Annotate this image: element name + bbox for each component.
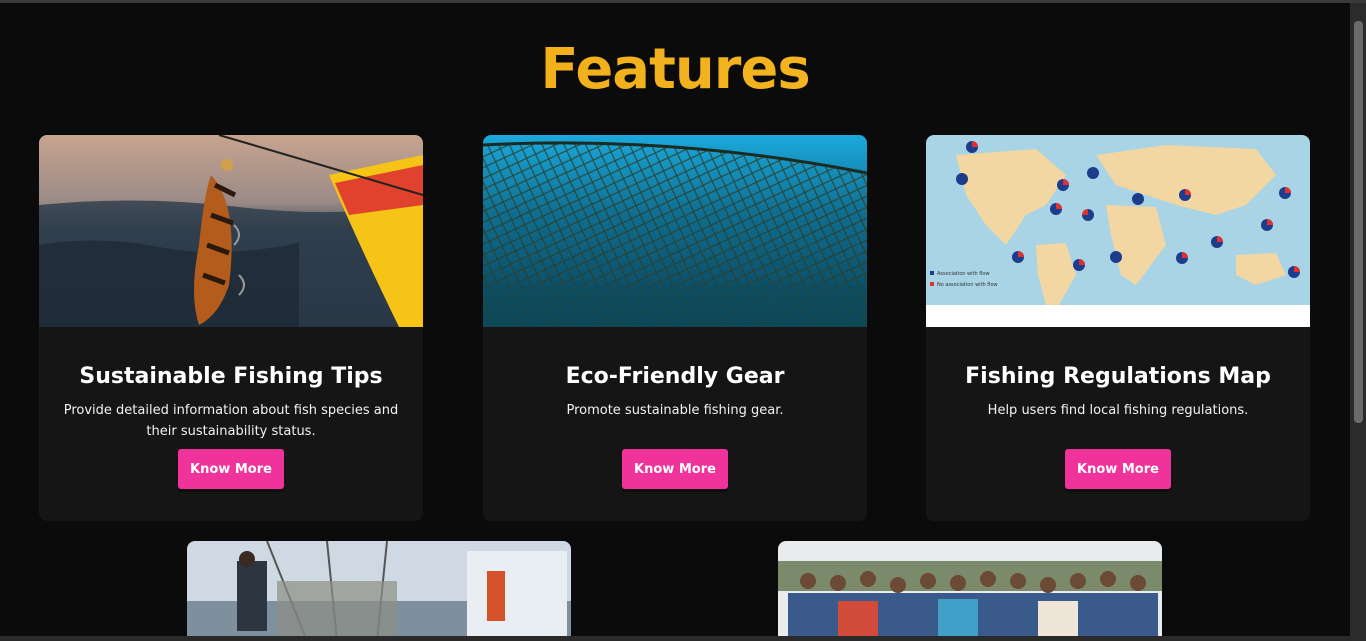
vertical-scrollbar[interactable]	[1350, 3, 1366, 641]
card-title: Fishing Regulations Map	[965, 364, 1271, 389]
scrollbar-thumb[interactable]	[1354, 21, 1363, 423]
section-title: Features	[0, 36, 1350, 104]
svg-text:No association with flow: No association with flow	[937, 282, 998, 288]
world-map-image: Association with flow No association wit…	[926, 135, 1310, 327]
feature-card-sustainable-tips: Sustainable Fishing Tips Provide detaile…	[39, 135, 423, 521]
feature-card-lower-left	[187, 541, 571, 641]
feature-card-regulations-map: Association with flow No association wit…	[926, 135, 1310, 521]
card-description: Promote sustainable fishing gear.	[566, 403, 784, 418]
know-more-button[interactable]: Know More	[1065, 449, 1171, 489]
fishing-boat-crew-photo	[187, 541, 571, 641]
know-more-button[interactable]: Know More	[178, 449, 284, 489]
fishing-lure-photo	[39, 135, 423, 327]
card-description: Provide detailed information about fish …	[63, 403, 399, 439]
community-group-photo	[778, 541, 1162, 641]
svg-text:Association with flow: Association with flow	[937, 271, 990, 277]
underwater-fishing-net-photo	[483, 135, 867, 327]
know-more-button[interactable]: Know More	[622, 449, 728, 489]
card-title: Sustainable Fishing Tips	[79, 364, 383, 389]
window-top-bar	[0, 0, 1366, 3]
card-title: Eco-Friendly Gear	[565, 364, 785, 389]
card-description: Help users find local fishing regulation…	[987, 403, 1249, 418]
feature-card-lower-right	[778, 541, 1162, 641]
bottom-edge	[0, 636, 1350, 641]
feature-card-eco-gear: Eco-Friendly Gear Promote sustainable fi…	[483, 135, 867, 521]
page: Features Sustainable Fishing Tips Provid…	[0, 0, 1366, 641]
